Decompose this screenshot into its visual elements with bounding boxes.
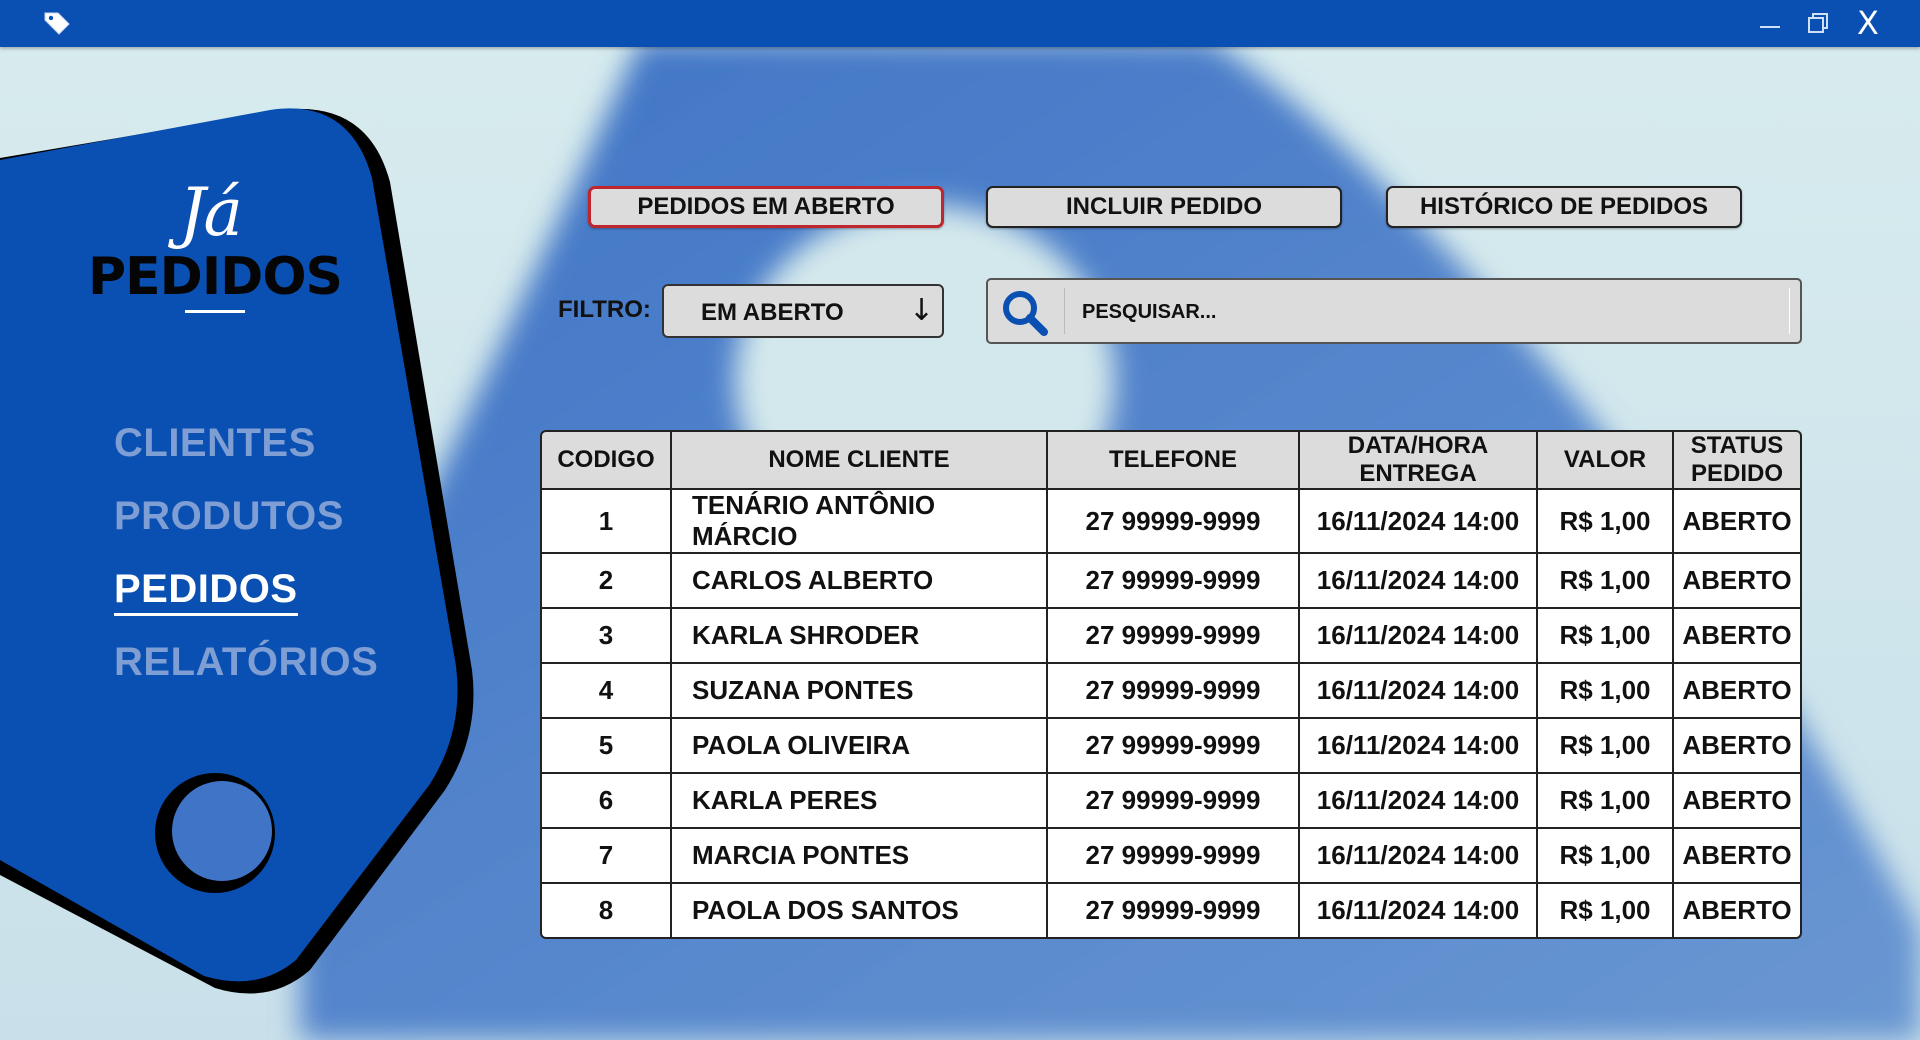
- search-edge: [1789, 288, 1790, 334]
- cell-telefone: 27 99999-9999: [1048, 719, 1300, 774]
- sidebar-item-produtos[interactable]: PRODUTOS: [114, 491, 378, 564]
- cell-status: ABERTO: [1674, 829, 1802, 884]
- cell-data-hora: 16/11/2024 14:00: [1300, 609, 1538, 664]
- table-row[interactable]: 8 PAOLA DOS SANTOS 27 99999-9999 16/11/2…: [540, 884, 1802, 939]
- cell-nome-cliente: KARLA SHRODER: [672, 609, 1048, 664]
- cell-codigo: 2: [540, 554, 672, 609]
- column-header-codigo[interactable]: CODIGO: [540, 430, 672, 490]
- table-row[interactable]: 5 PAOLA OLIVEIRA 27 99999-9999 16/11/202…: [540, 719, 1802, 774]
- table-row[interactable]: 7 MARCIA PONTES 27 99999-9999 16/11/2024…: [540, 829, 1802, 884]
- cell-valor: R$ 1,00: [1538, 490, 1674, 554]
- cell-telefone: 27 99999-9999: [1048, 829, 1300, 884]
- filter-value: EM ABERTO: [701, 299, 844, 326]
- restore-icon: [1808, 13, 1828, 33]
- filter-label: FILTRO:: [558, 296, 651, 323]
- cell-valor: R$ 1,00: [1538, 664, 1674, 719]
- cell-data-hora: 16/11/2024 14:00: [1300, 664, 1538, 719]
- cell-telefone: 27 99999-9999: [1048, 490, 1300, 554]
- cell-codigo: 4: [540, 664, 672, 719]
- maximize-button[interactable]: [1800, 6, 1836, 40]
- sidebar-item-pedidos[interactable]: PEDIDOS: [114, 564, 378, 637]
- cell-telefone: 27 99999-9999: [1048, 554, 1300, 609]
- cell-data-hora: 16/11/2024 14:00: [1300, 554, 1538, 609]
- sidebar-item-label: RELATÓRIOS: [114, 640, 379, 684]
- cell-nome-cliente: KARLA PERES: [672, 774, 1048, 829]
- cell-telefone: 27 99999-9999: [1048, 774, 1300, 829]
- cell-valor: R$ 1,00: [1538, 829, 1674, 884]
- column-header-data-hora[interactable]: DATA/HORA ENTREGA: [1300, 430, 1538, 490]
- cell-nome-cliente: PAOLA OLIVEIRA: [672, 719, 1048, 774]
- table-row[interactable]: 4 SUZANA PONTES 27 99999-9999 16/11/2024…: [540, 664, 1802, 719]
- cell-status: ABERTO: [1674, 490, 1802, 554]
- logo-underline: [185, 310, 245, 313]
- close-button[interactable]: X: [1850, 6, 1886, 40]
- cell-data-hora: 16/11/2024 14:00: [1300, 719, 1538, 774]
- column-header-nome-cliente[interactable]: NOME CLIENTE: [672, 430, 1048, 490]
- cell-status: ABERTO: [1674, 719, 1802, 774]
- cell-valor: R$ 1,00: [1538, 609, 1674, 664]
- cell-codigo: 1: [540, 490, 672, 554]
- table-row[interactable]: 6 KARLA PERES 27 99999-9999 16/11/2024 1…: [540, 774, 1802, 829]
- column-header-telefone[interactable]: TELEFONE: [1048, 430, 1300, 490]
- arrow-down-icon: ↓: [908, 293, 934, 328]
- table-row[interactable]: 1 TENÁRIO ANTÔNIO MÁRCIO 27 99999-9999 1…: [540, 490, 1802, 554]
- column-header-valor[interactable]: VALOR: [1538, 430, 1674, 490]
- cell-status: ABERTO: [1674, 609, 1802, 664]
- cell-valor: R$ 1,00: [1538, 554, 1674, 609]
- sidebar-item-label: PEDIDOS: [114, 567, 298, 616]
- cell-telefone: 27 99999-9999: [1048, 884, 1300, 939]
- title-bar: X: [0, 0, 1920, 47]
- cell-telefone: 27 99999-9999: [1048, 664, 1300, 719]
- tab-incluir-pedido[interactable]: INCLUIR PEDIDO: [986, 186, 1342, 228]
- cell-valor: R$ 1,00: [1538, 884, 1674, 939]
- cell-status: ABERTO: [1674, 884, 1802, 939]
- sidebar-nav: CLIENTES PRODUTOS PEDIDOS RELATÓRIOS: [114, 418, 378, 710]
- cell-data-hora: 16/11/2024 14:00: [1300, 884, 1538, 939]
- table-row[interactable]: 2 CARLOS ALBERTO 27 99999-9999 16/11/202…: [540, 554, 1802, 609]
- cell-valor: R$ 1,00: [1538, 719, 1674, 774]
- cell-codigo: 6: [540, 774, 672, 829]
- cell-data-hora: 16/11/2024 14:00: [1300, 490, 1538, 554]
- cell-status: ABERTO: [1674, 554, 1802, 609]
- column-header-status[interactable]: STATUS PEDIDO: [1674, 430, 1802, 490]
- logo-text: PEDIDOS: [88, 247, 343, 307]
- cell-status: ABERTO: [1674, 664, 1802, 719]
- cell-nome-cliente: CARLOS ALBERTO: [672, 554, 1048, 609]
- table-row[interactable]: 3 KARLA SHRODER 27 99999-9999 16/11/2024…: [540, 609, 1802, 664]
- logo-script: Já: [179, 174, 243, 251]
- filter-dropdown[interactable]: EM ABERTO ↓: [662, 284, 944, 338]
- search-icon[interactable]: [1000, 288, 1050, 338]
- tag-icon: [44, 12, 70, 35]
- tab-historico-de-pedidos[interactable]: HISTÓRICO DE PEDIDOS: [1386, 186, 1742, 228]
- app-logo: Já PEDIDOS: [70, 178, 360, 313]
- sidebar-item-label: PRODUTOS: [114, 494, 344, 538]
- cell-status: ABERTO: [1674, 774, 1802, 829]
- search-divider: [1064, 288, 1065, 334]
- cell-telefone: 27 99999-9999: [1048, 609, 1300, 664]
- cell-nome-cliente: MARCIA PONTES: [672, 829, 1048, 884]
- sidebar-item-clientes[interactable]: CLIENTES: [114, 418, 378, 491]
- cell-nome-cliente: PAOLA DOS SANTOS: [672, 884, 1048, 939]
- table-header-row: CODIGO NOME CLIENTE TELEFONE DATA/HORA E…: [540, 430, 1802, 490]
- cell-codigo: 3: [540, 609, 672, 664]
- orders-table: CODIGO NOME CLIENTE TELEFONE DATA/HORA E…: [540, 430, 1802, 939]
- search-box: [986, 278, 1802, 344]
- cell-codigo: 5: [540, 719, 672, 774]
- minimize-button[interactable]: [1752, 6, 1788, 40]
- cell-data-hora: 16/11/2024 14:00: [1300, 774, 1538, 829]
- cell-data-hora: 16/11/2024 14:00: [1300, 829, 1538, 884]
- minimize-icon: [1760, 26, 1780, 28]
- search-input[interactable]: [1080, 292, 1774, 332]
- cell-nome-cliente: SUZANA PONTES: [672, 664, 1048, 719]
- cell-valor: R$ 1,00: [1538, 774, 1674, 829]
- sidebar-item-label: CLIENTES: [114, 421, 316, 465]
- tab-pedidos-em-aberto[interactable]: PEDIDOS EM ABERTO: [588, 186, 944, 228]
- sidebar-item-relatorios[interactable]: RELATÓRIOS: [114, 637, 378, 710]
- cell-codigo: 7: [540, 829, 672, 884]
- cell-codigo: 8: [540, 884, 672, 939]
- cell-nome-cliente: TENÁRIO ANTÔNIO MÁRCIO: [672, 490, 1048, 554]
